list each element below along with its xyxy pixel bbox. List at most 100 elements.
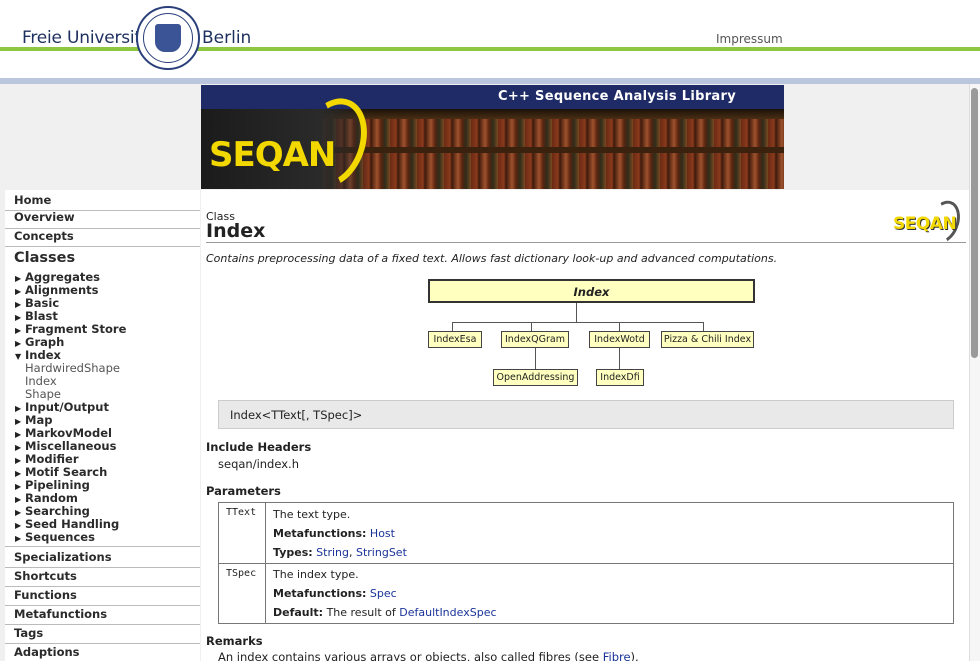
sidebar-item-home[interactable]: Home — [14, 193, 51, 207]
sidebar-item-blast[interactable]: ▶ Blast — [15, 309, 58, 323]
expand-triangle-icon: ▶ — [15, 274, 22, 283]
sidebar-item-label: MarkovModel — [25, 426, 112, 440]
sidebar-item-shortcuts[interactable]: Shortcuts — [14, 569, 77, 583]
diagram-node-pizza-chili-index[interactable]: Pizza & Chili Index — [661, 331, 754, 348]
sidebar-item-modifier[interactable]: ▶ Modifier — [15, 452, 79, 466]
sidebar-item-map[interactable]: ▶ Map — [15, 413, 52, 427]
main-content: Class Index SEQAN Contains preprocessing… — [201, 190, 969, 661]
diagram-node-root[interactable]: Index — [428, 279, 755, 303]
sidebar-item-label: Seed Handling — [25, 517, 120, 531]
banner-title: C++ Sequence Analysis Library — [497, 89, 736, 104]
seqan-mini-logo[interactable]: SEQAN — [893, 214, 957, 234]
param-field-label: Metafunctions: — [273, 527, 367, 540]
sidebar-item-sequences[interactable]: ▶ Sequences — [15, 530, 95, 544]
sidebar-item-pipelining[interactable]: ▶ Pipelining — [15, 478, 90, 492]
page-title: Index — [206, 220, 266, 242]
link-spec[interactable]: Spec — [370, 587, 397, 600]
sidebar-item-seed-handling[interactable]: ▶ Seed Handling — [15, 517, 119, 531]
sidebar-divider — [5, 546, 200, 547]
sidebar-item-label: Random — [25, 491, 78, 505]
expand-triangle-icon: ▶ — [15, 417, 22, 426]
sidebar-item-label: Searching — [25, 504, 90, 518]
table-row-divider — [219, 563, 953, 564]
seqan-logo[interactable]: SEQAN — [209, 135, 336, 175]
sidebar-divider — [5, 567, 200, 568]
link-stringset[interactable]: StringSet — [356, 546, 407, 559]
sidebar-item-label: Alignments — [25, 283, 99, 297]
link-string[interactable]: String — [316, 546, 349, 559]
parameters-table: TText The text type. Metafunctions: Host… — [218, 502, 954, 624]
sidebar-item-basic[interactable]: ▶ Basic — [15, 296, 59, 310]
param-description: The text type. — [273, 508, 351, 521]
remarks-text: An index contains various arrays or obje… — [218, 650, 639, 661]
expand-triangle-icon: ▶ — [15, 469, 22, 478]
collapse-triangle-icon: ▼ — [15, 352, 22, 361]
param-metafunctions: Metafunctions: Spec — [273, 587, 397, 600]
sidebar-divider — [5, 624, 200, 625]
sidebar-item-overview[interactable]: Overview — [14, 210, 75, 224]
sidebar-item-motif-search[interactable]: ▶ Motif Search — [15, 465, 107, 479]
expand-triangle-icon: ▶ — [15, 534, 22, 543]
sidebar-heading-classes[interactable]: Classes — [14, 250, 75, 266]
sidebar-item-alignments[interactable]: ▶ Alignments — [15, 283, 99, 297]
sidebar-nav: Home Overview Concepts Classes ▶ Aggregat… — [5, 190, 200, 661]
sidebar-subitem-index[interactable]: Index — [25, 374, 57, 388]
sidebar-item-specializations[interactable]: Specializations — [14, 550, 112, 564]
diagram-node-indexqgram[interactable]: IndexQGram — [501, 331, 569, 348]
remarks-end: ). — [630, 650, 639, 661]
class-summary: Contains preprocessing data of a fixed t… — [206, 252, 778, 265]
diagram-connector — [703, 322, 704, 331]
sidebar-item-random[interactable]: ▶ Random — [15, 491, 78, 505]
sidebar-item-metafunctions[interactable]: Metafunctions — [14, 607, 107, 621]
sidebar-item-concepts[interactable]: Concepts — [14, 229, 74, 243]
sidebar-subitem-hardwiredshape[interactable]: HardwiredShape — [25, 361, 120, 375]
sidebar-item-functions[interactable]: Functions — [14, 588, 77, 602]
impressum-link[interactable]: Impressum — [716, 32, 783, 46]
university-name-right[interactable]: Berlin — [202, 28, 251, 48]
link-fibre[interactable]: Fibre — [603, 650, 631, 661]
param-name: TSpec — [226, 568, 257, 579]
expand-triangle-icon: ▶ — [15, 287, 22, 296]
link-defaultindexspec[interactable]: DefaultIndexSpec — [399, 606, 496, 619]
expand-triangle-icon: ▶ — [15, 430, 22, 439]
include-header-value: seqan/index.h — [218, 457, 299, 471]
link-host[interactable]: Host — [370, 527, 395, 540]
param-types: Types: String, StringSet — [273, 546, 407, 559]
expand-triangle-icon: ▶ — [15, 482, 22, 491]
sidebar-item-input-output[interactable]: ▶ Input/Output — [15, 400, 109, 414]
expand-triangle-icon: ▶ — [15, 326, 22, 335]
sidebar-item-label: Input/Output — [25, 400, 109, 414]
sidebar-item-label: Basic — [25, 296, 60, 310]
sidebar-item-tags[interactable]: Tags — [14, 626, 43, 640]
parameters-heading: Parameters — [206, 484, 281, 498]
diagram-node-indexesa[interactable]: IndexEsa — [428, 331, 482, 348]
banner-title-bar: C++ Sequence Analysis Library — [201, 85, 784, 109]
expand-triangle-icon: ▶ — [15, 443, 22, 452]
sidebar-item-adaptions[interactable]: Adaptions — [14, 645, 80, 659]
param-default-text: The result of — [326, 606, 396, 619]
param-default: Default: The result of DefaultIndexSpec — [273, 606, 497, 619]
diagram-node-openaddressing[interactable]: OpenAddressing — [493, 369, 578, 386]
site-header: Freie Universität Berlin Impressum — [0, 0, 980, 84]
diagram-node-indexdfi[interactable]: IndexDfi — [596, 369, 644, 386]
sidebar-item-label: Map — [25, 413, 53, 427]
sidebar-divider — [5, 605, 200, 606]
expand-triangle-icon: ▶ — [15, 508, 22, 517]
expand-triangle-icon: ▶ — [15, 456, 22, 465]
diagram-connector — [619, 348, 620, 369]
scrollbar-thumb[interactable] — [971, 88, 978, 358]
university-seal-logo[interactable] — [136, 6, 200, 70]
param-field-label: Metafunctions: — [273, 587, 367, 600]
sidebar-item-fragment-store[interactable]: ▶ Fragment Store — [15, 322, 126, 336]
sidebar-item-aggregates[interactable]: ▶ Aggregates — [15, 270, 100, 284]
diagram-node-indexwotd[interactable]: IndexWotd — [589, 331, 650, 348]
sidebar-item-graph[interactable]: ▶ Graph — [15, 335, 64, 349]
sidebar-subitem-shape[interactable]: Shape — [25, 387, 61, 401]
sidebar-item-searching[interactable]: ▶ Searching — [15, 504, 90, 518]
diagram-connector — [576, 303, 577, 322]
sidebar-item-label: Pipelining — [25, 478, 90, 492]
sidebar-item-markovmodel[interactable]: ▶ MarkovModel — [15, 426, 112, 440]
sidebar-item-index[interactable]: ▼ Index — [15, 348, 61, 362]
sidebar-item-label: Blast — [25, 309, 58, 323]
sidebar-item-miscellaneous[interactable]: ▶ Miscellaneous — [15, 439, 116, 453]
